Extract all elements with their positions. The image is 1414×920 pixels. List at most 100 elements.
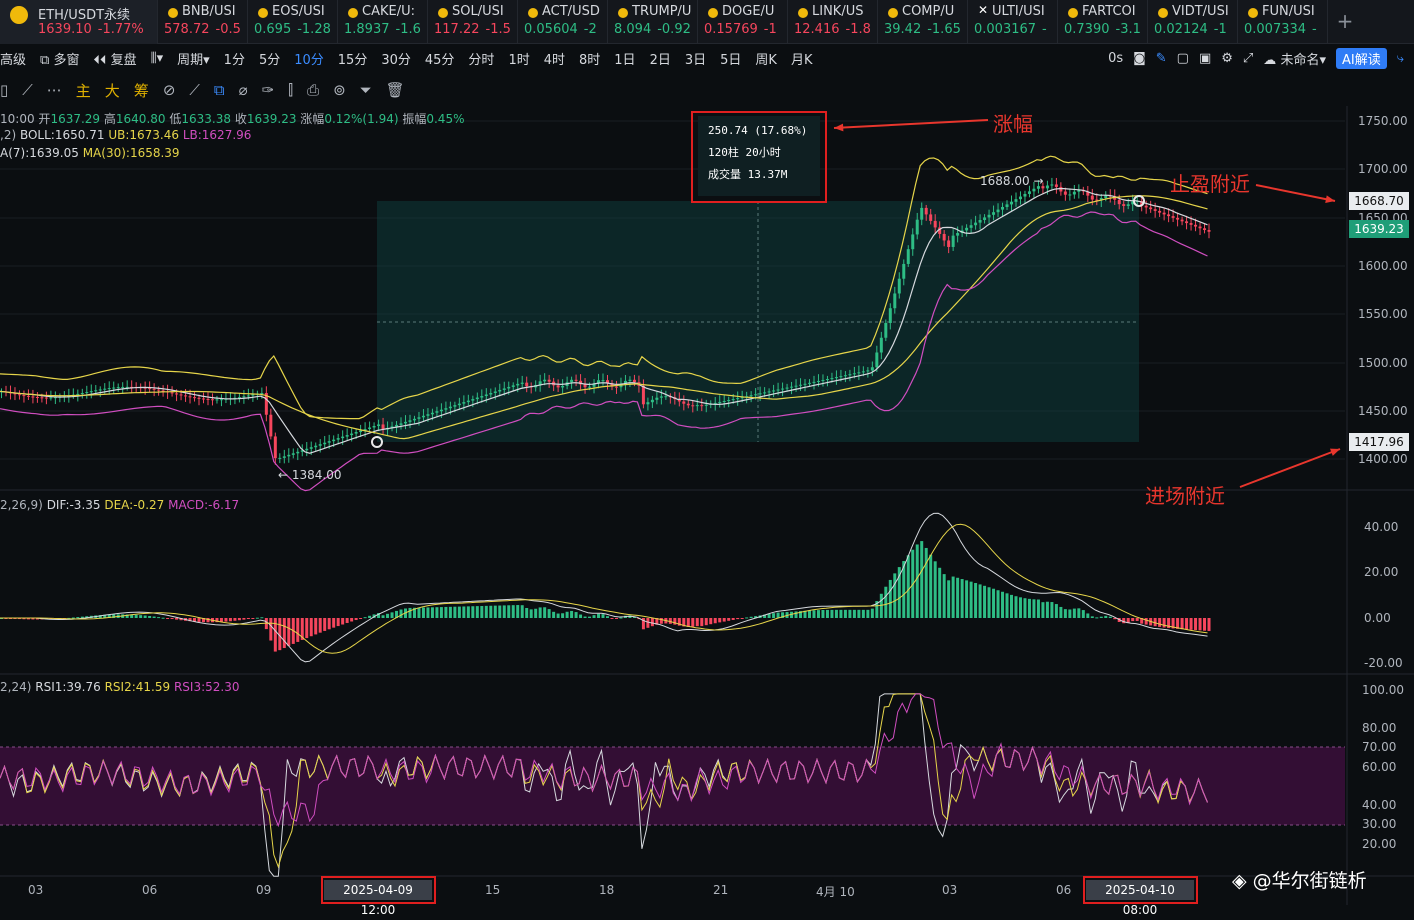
period-1h[interactable]: 1时 xyxy=(508,49,529,68)
gear-icon[interactable]: ⚙ xyxy=(1221,51,1233,66)
candle-body xyxy=(399,423,403,425)
candle-body xyxy=(790,386,794,388)
big-order-button[interactable]: 大 xyxy=(105,80,120,101)
candle-body xyxy=(650,399,654,403)
candle-body xyxy=(327,441,331,443)
macd-bar xyxy=(314,618,318,635)
symbol-tab[interactable]: ETH/USDT永续 1639.10 -1.77% xyxy=(0,0,158,44)
symbol-tab[interactable]: ✕ ULTI/USI 0.003167- xyxy=(968,0,1058,44)
filter-icon[interactable]: ⏷ xyxy=(360,81,372,99)
period-month[interactable]: 月K xyxy=(791,49,813,68)
symbol-tab[interactable]: FARTCOI 0.7390 -3.1 xyxy=(1058,0,1148,44)
symbol-tab[interactable]: ACT/USD 0.05604 -2 xyxy=(518,0,608,44)
toolbar-item[interactable]: 高级 xyxy=(0,49,26,68)
macd-bar xyxy=(480,605,484,618)
price-tick: 1400.00 xyxy=(1358,452,1408,466)
period-10m[interactable]: 10分 xyxy=(294,49,324,68)
period-5m[interactable]: 5分 xyxy=(259,49,280,68)
macd-bar xyxy=(1090,616,1094,618)
symbol-tab[interactable]: EOS/USI 0.695 -1.28 xyxy=(248,0,338,44)
toolbar-item[interactable]: ⧉ 多窗 xyxy=(40,49,79,68)
main-indicator-button[interactable]: 主 xyxy=(76,80,91,101)
symbol-tab[interactable]: FUN/USI 0.007334- xyxy=(1238,0,1328,44)
panel-icon[interactable]: ▯ xyxy=(0,81,8,99)
period-2d[interactable]: 2日 xyxy=(650,49,671,68)
symbol-tab[interactable]: COMP/U 39.42 -1.65 xyxy=(878,0,968,44)
ai-button[interactable]: AI解读 xyxy=(1335,47,1387,69)
symbol-tab[interactable]: SOL/USI 117.22 -1.5 xyxy=(428,0,518,44)
symbol-tab[interactable]: CAKE/U: 1.8937 -1.6 xyxy=(338,0,428,44)
toolbar-item[interactable]: 周期▾ xyxy=(177,49,210,68)
period-5d[interactable]: 5日 xyxy=(720,49,741,68)
period-15m[interactable]: 15分 xyxy=(338,49,368,68)
candle-body xyxy=(121,386,125,388)
candle-body xyxy=(1194,224,1198,227)
candle-body xyxy=(848,374,852,376)
period-1d[interactable]: 1日 xyxy=(614,49,635,68)
candle-body xyxy=(588,386,592,388)
chip-button[interactable]: 筹 xyxy=(134,80,149,101)
macd-bar xyxy=(287,618,291,646)
candle-body xyxy=(291,453,295,455)
candle-body xyxy=(210,399,214,401)
tab-change: -1.65 xyxy=(927,22,961,37)
candle-body xyxy=(933,220,937,228)
candle-body xyxy=(879,337,883,353)
tab-price-value: 0.003167 xyxy=(974,22,1037,37)
erase-icon[interactable]: ⊘ xyxy=(163,81,176,99)
macd-bar xyxy=(996,590,1000,618)
period-week[interactable]: 周K xyxy=(755,49,777,68)
symbol-tab[interactable]: DOGE/U 0.15769 -1 xyxy=(698,0,788,44)
candle-body xyxy=(1203,228,1207,231)
candle-body xyxy=(1032,188,1036,192)
save-icon[interactable]: ▣ xyxy=(1199,51,1211,66)
chart-type-icon[interactable]: ⫼▾ xyxy=(151,51,164,66)
macd-bar xyxy=(296,618,300,642)
fullscreen-icon[interactable]: ⤢ xyxy=(1243,51,1253,66)
cloud-template[interactable]: ☁ 未命名▾ xyxy=(1263,49,1326,68)
candle-body xyxy=(502,388,506,390)
macd-bar xyxy=(956,577,960,618)
ruler-icon[interactable]: ⌀ xyxy=(239,81,248,99)
candle-body xyxy=(197,397,201,399)
candle-body xyxy=(727,400,731,402)
macd-bar xyxy=(1194,618,1198,631)
time-tick: 09 xyxy=(256,883,272,897)
symbol-tab[interactable]: TRUMP/U 8.094 -0.92 xyxy=(608,0,698,44)
period-3d[interactable]: 3日 xyxy=(685,49,706,68)
clipboard-icon[interactable]: ⎙ xyxy=(307,81,319,99)
symbol-tab[interactable]: LINK/US 12.416 -1.8 xyxy=(788,0,878,44)
macd-bar xyxy=(606,616,609,618)
period-8h[interactable]: 8时 xyxy=(579,49,600,68)
candle-body xyxy=(543,379,547,382)
camera-icon[interactable]: ◙ xyxy=(1133,51,1146,66)
period-45m[interactable]: 45分 xyxy=(425,49,455,68)
magnet-icon[interactable]: ⊚ xyxy=(333,81,346,99)
macd-bar xyxy=(408,607,412,618)
period-timeline[interactable]: 分时 xyxy=(468,49,494,68)
symbol-tab[interactable]: BNB/USI 578.72 -0.5 xyxy=(158,0,248,44)
copy-icon[interactable]: ⧉ xyxy=(214,81,225,99)
share-icon[interactable]: ⤷ xyxy=(1397,51,1404,66)
candle-icon[interactable]: ⫿ xyxy=(288,81,293,99)
macd-bar xyxy=(978,584,982,618)
candle-body xyxy=(98,389,102,391)
pen-icon[interactable]: ✎ xyxy=(1156,51,1167,66)
period-4h[interactable]: 4时 xyxy=(544,49,565,68)
symbol-tab[interactable]: VIDT/USI 0.02124 -1 xyxy=(1148,0,1238,44)
line-tool-icon[interactable]: ⟋ xyxy=(22,81,33,99)
draw-icon[interactable]: ⟋ xyxy=(189,81,200,99)
trash-icon[interactable]: 🗑 xyxy=(386,81,405,99)
period-30m[interactable]: 30分 xyxy=(381,49,411,68)
coin-icon xyxy=(1068,8,1078,18)
more-icon[interactable]: ⋯ xyxy=(47,81,62,99)
candle-body xyxy=(35,396,39,398)
toolbar-item[interactable]: ⏴⏴ 复盘 xyxy=(93,49,136,68)
macd-bar xyxy=(1189,618,1193,630)
macd-bar xyxy=(282,618,286,649)
add-tab-button[interactable]: + xyxy=(1328,0,1362,43)
window-icon[interactable]: ▢ xyxy=(1177,51,1189,66)
coin-icon xyxy=(348,8,358,18)
brush-icon[interactable]: ✑ xyxy=(262,81,275,99)
period-1m[interactable]: 1分 xyxy=(224,49,245,68)
